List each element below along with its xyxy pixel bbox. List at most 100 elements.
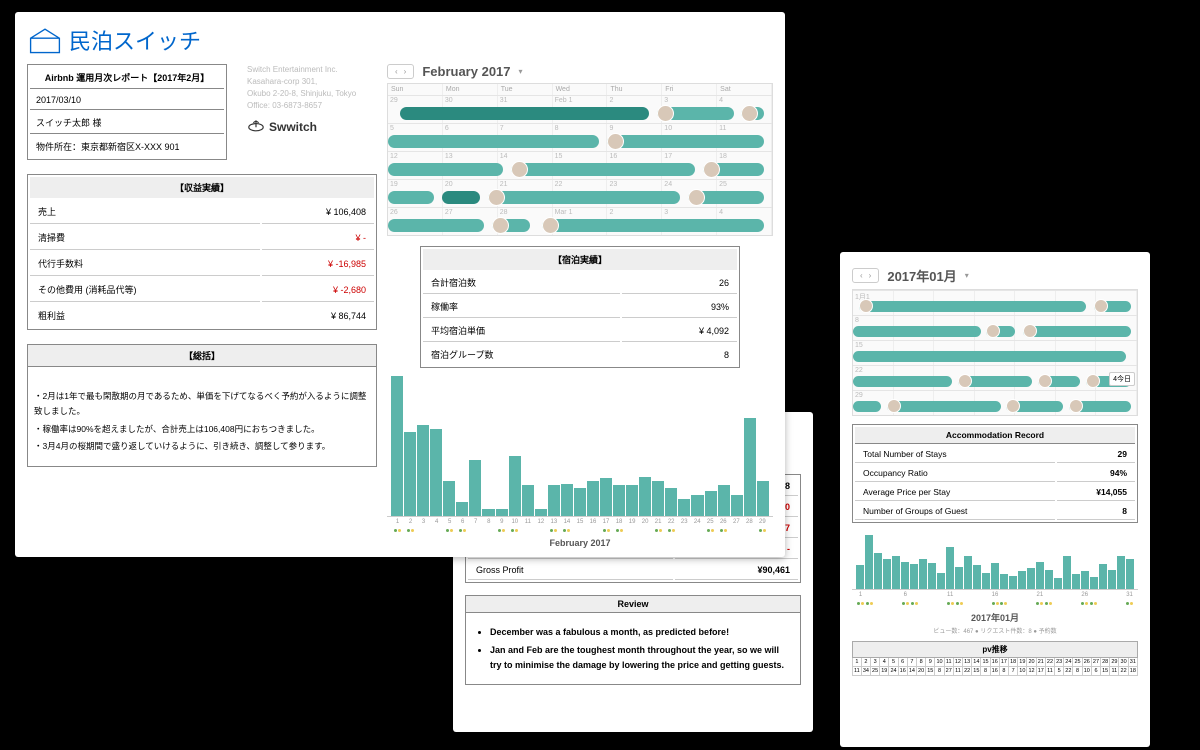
guest-avatar[interactable] <box>688 189 705 206</box>
calendar-week: 1月1 <box>853 290 1137 315</box>
table-row: 平均宿泊単価¥ 4,092 <box>423 320 737 342</box>
today-badge: 4今日 <box>1109 372 1135 386</box>
booking-bar[interactable] <box>607 135 764 148</box>
revenue-header: 【収益実績】 <box>30 177 374 198</box>
calendar-header-2: ‹ › 2017年01月 ▾ <box>852 266 1138 285</box>
guest-avatar[interactable] <box>488 189 505 206</box>
prev-icon[interactable]: ‹ <box>857 271 866 280</box>
guest-avatar[interactable] <box>657 105 674 122</box>
acc-header: Accommodation Record <box>855 427 1135 444</box>
booking-bar[interactable] <box>853 326 981 337</box>
bar <box>430 429 442 516</box>
bar <box>600 478 612 516</box>
chevron-down-icon[interactable]: ▾ <box>965 271 969 280</box>
chevron-down-icon[interactable]: ▾ <box>519 67 523 76</box>
summary-bullet: ・2月は1年で最も閑散期の月であるため、単価を下げてなるべく予約が入るように調整… <box>34 389 370 420</box>
calendar-title[interactable]: February 2017 <box>422 64 510 79</box>
house-logo-icon <box>27 25 63 55</box>
accommodation-table: Accommodation Record Total Number of Sta… <box>852 424 1138 523</box>
table-row: 代行手数料¥ -16,985 <box>30 252 374 276</box>
calendar-nav-2[interactable]: ‹ › <box>852 268 879 283</box>
calendar-week: 12131415161718 <box>388 151 772 179</box>
guest-avatar[interactable] <box>958 374 972 388</box>
bar <box>1018 571 1026 589</box>
booking-bar[interactable] <box>853 376 952 387</box>
bar <box>626 485 638 516</box>
bar <box>456 502 468 516</box>
guest-avatar[interactable] <box>492 217 509 234</box>
booking-bar[interactable] <box>400 107 650 120</box>
table-row: その他費用 (消耗品代等)¥ -2,680 <box>30 278 374 302</box>
guest-avatar[interactable] <box>607 133 624 150</box>
bar <box>678 499 690 516</box>
booking-bar[interactable] <box>853 401 881 412</box>
booking-bar[interactable] <box>853 351 1126 362</box>
booking-bar[interactable] <box>388 163 503 176</box>
guest-avatar[interactable] <box>511 161 528 178</box>
table-row: Average Price per Stay¥14,055 <box>855 484 1135 501</box>
guest-avatar[interactable] <box>859 299 873 313</box>
review-header: Review <box>466 596 800 613</box>
bar <box>1045 570 1053 589</box>
bar <box>705 491 717 516</box>
bar <box>919 559 927 589</box>
report-panel-jp: 民泊スイッチ Airbnb 運用月次レポート【2017年2月】 2017/03/… <box>15 12 785 557</box>
bar <box>964 556 972 589</box>
bar <box>639 477 651 516</box>
report-date: 2017/03/10 <box>30 91 224 110</box>
booking-bar[interactable] <box>859 301 1086 312</box>
bar <box>946 547 954 589</box>
logo-row: 民泊スイッチ <box>27 24 773 56</box>
bar <box>718 485 730 516</box>
bar <box>391 376 403 516</box>
calendar-title-2[interactable]: 2017年01月 <box>887 266 956 285</box>
booking-bar[interactable] <box>388 191 434 204</box>
pv-table: pv推移 12345678910111213141516171819202122… <box>852 641 1138 676</box>
booking-bar[interactable] <box>388 219 484 232</box>
bar <box>856 565 864 589</box>
booking-bar[interactable] <box>442 191 480 204</box>
next-icon[interactable]: › <box>866 271 875 280</box>
bar <box>1126 559 1134 589</box>
bar <box>482 509 494 516</box>
pv-header: pv推移 <box>853 642 1138 658</box>
guest-avatar[interactable] <box>1069 399 1083 413</box>
chart-title: February 2017 <box>387 538 773 548</box>
bar <box>404 432 416 516</box>
calendar-grid-2[interactable]: 1月1815224今日29 <box>852 289 1138 416</box>
report-title: Airbnb 運用月次レポート【2017年2月】 <box>30 67 224 89</box>
booking-bar[interactable] <box>388 135 599 148</box>
bar <box>1099 564 1107 589</box>
bar <box>757 481 769 516</box>
bar <box>1036 562 1044 589</box>
booking-bar[interactable] <box>887 401 1001 412</box>
swwitch-brand: Swwitch <box>247 118 356 136</box>
pv-values-row: 1134251924161420158271122158168710121711… <box>853 667 1138 676</box>
bar <box>1027 568 1035 589</box>
review-item: December was a fabulous a month, as pred… <box>490 625 788 639</box>
bar <box>1000 574 1008 589</box>
bar <box>613 485 625 516</box>
guest-avatar[interactable] <box>1038 374 1052 388</box>
table-row: Number of Groups of Guest8 <box>855 503 1135 520</box>
bar <box>991 563 999 589</box>
booking-bar[interactable] <box>488 191 680 204</box>
property-address: 物件所在：東京都新宿区X-XXX 901 <box>30 136 224 157</box>
guest-avatar[interactable] <box>703 161 720 178</box>
booking-bar[interactable] <box>542 219 765 232</box>
booking-bar[interactable] <box>1023 326 1131 337</box>
bar <box>910 564 918 589</box>
guest-avatar[interactable] <box>542 217 559 234</box>
revenue-table: 【収益実績】 売上¥ 106,408清掃費¥ -代行手数料¥ -16,985その… <box>27 174 377 330</box>
bar <box>496 509 508 516</box>
next-icon[interactable]: › <box>401 67 410 76</box>
guest-avatar[interactable] <box>1086 374 1100 388</box>
booking-bar[interactable] <box>511 163 695 176</box>
company-info: Switch Entertainment Inc. Kasahara-corp … <box>237 64 356 160</box>
guest-avatar[interactable] <box>887 399 901 413</box>
calendar-grid[interactable]: SunMonTueWedThuFriSat 293031Feb 12345678… <box>387 83 773 236</box>
bar <box>874 553 882 589</box>
bar <box>731 495 743 516</box>
prev-icon[interactable]: ‹ <box>392 67 401 76</box>
calendar-nav[interactable]: ‹ › <box>387 64 414 79</box>
